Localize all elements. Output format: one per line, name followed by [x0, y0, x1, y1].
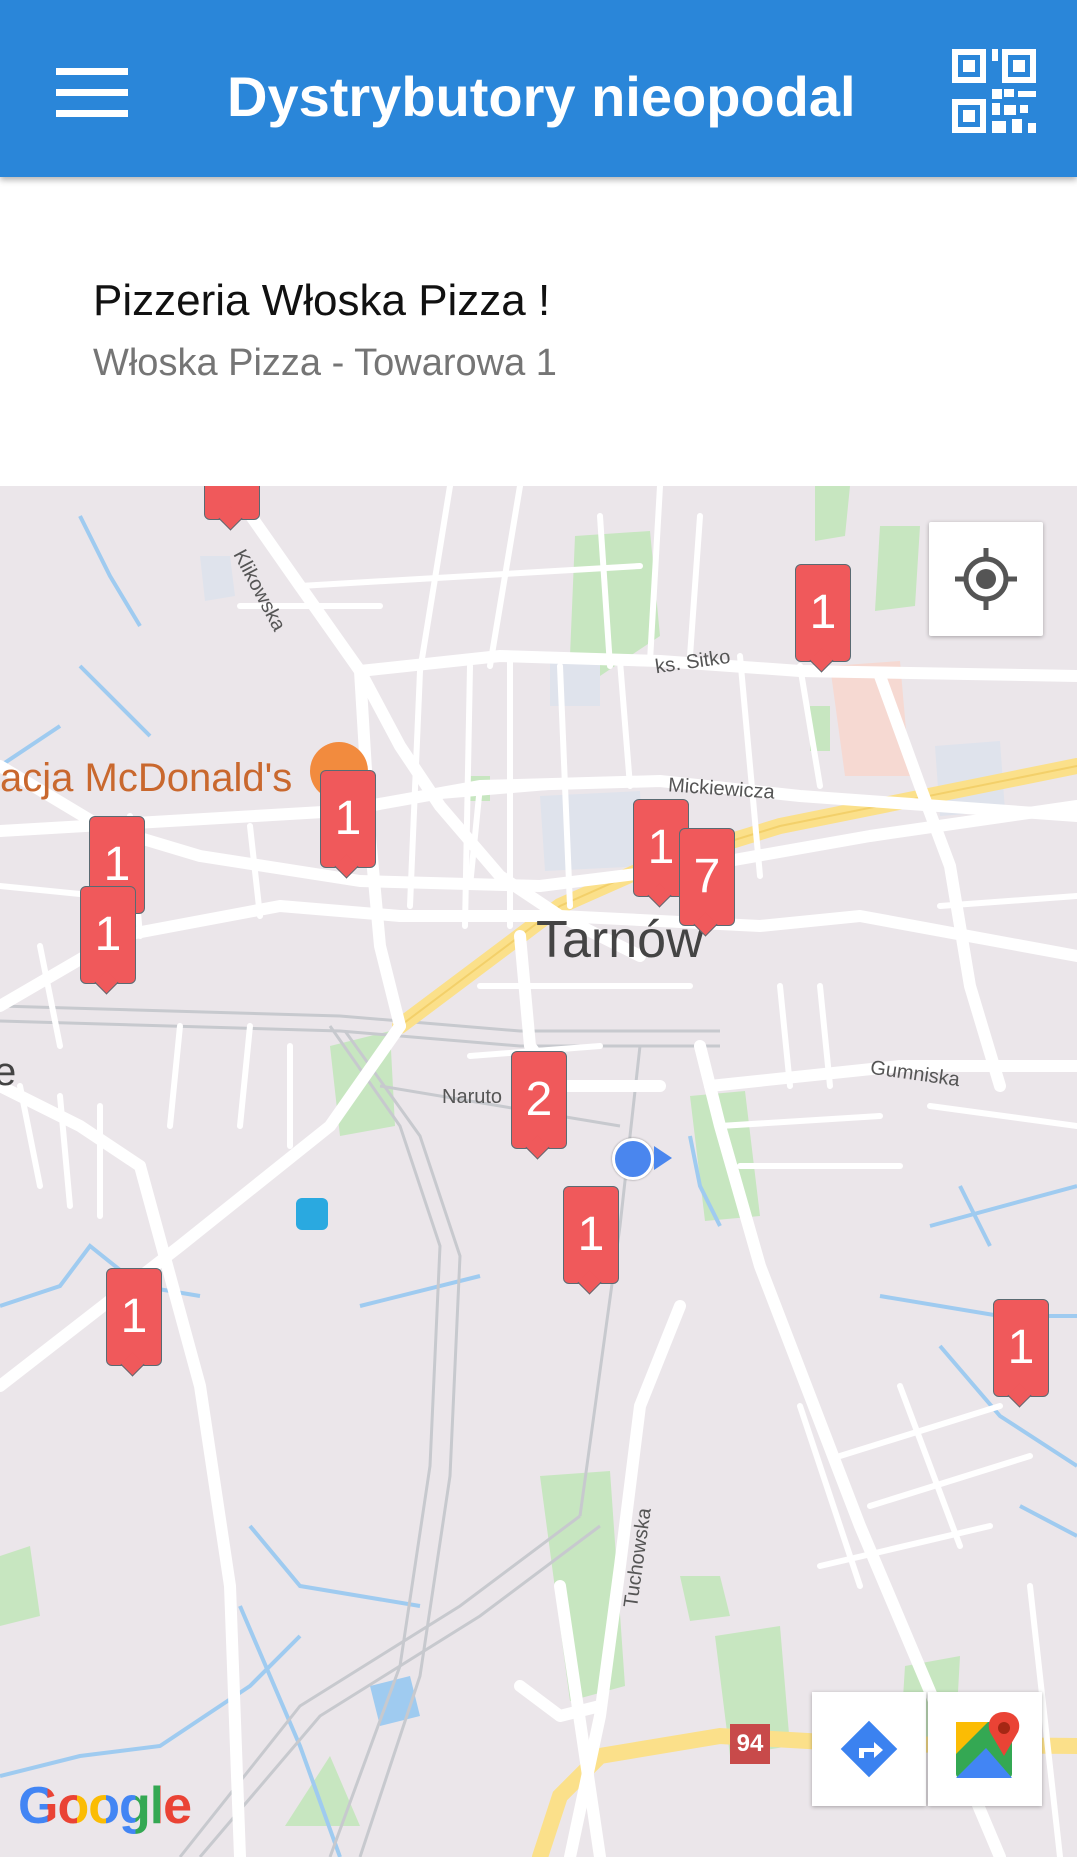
distributor-card[interactable]: Pizzeria Włoska Pizza ! Włoska Pizza - T… [0, 177, 1077, 486]
app-bar: Dystrybutory nieopodal [0, 0, 1077, 177]
distributor-marker[interactable]: 1 [204, 486, 260, 531]
google-logo: Google [18, 1776, 192, 1836]
marker-count: 1 [563, 1186, 619, 1284]
map-roads [0, 486, 1077, 1857]
hamburger-line [56, 89, 128, 96]
distributor-marker[interactable]: 2 [511, 1051, 567, 1160]
distributor-marker[interactable]: 1 [795, 564, 851, 673]
my-location-button[interactable] [929, 522, 1043, 636]
hamburger-menu-icon [56, 68, 128, 75]
street-label-naruto: Naruto [442, 1086, 503, 1108]
distributor-marker[interactable]: 1 [80, 886, 136, 995]
google-maps-icon [956, 1712, 1020, 1778]
directions-button[interactable] [812, 1692, 926, 1806]
marker-count: 1 [795, 564, 851, 662]
marker-count: 1 [80, 886, 136, 984]
directions-icon [840, 1720, 898, 1778]
marker-count: 1 [993, 1299, 1049, 1397]
distributor-marker[interactable]: 1 [993, 1299, 1049, 1408]
distributor-marker[interactable]: 1 [106, 1268, 162, 1377]
marker-count: 1 [320, 770, 376, 868]
google-wordmark: Google [18, 1777, 192, 1835]
poi-label: acja McDonald's [0, 756, 293, 800]
edge-label: e [0, 1050, 17, 1094]
distributor-marker[interactable]: 1 [563, 1186, 619, 1295]
marker-count: 7 [679, 828, 735, 926]
page-title: Dystrybutory nieopodal [227, 65, 856, 128]
distributor-name: Pizzeria Włoska Pizza ! [93, 276, 551, 325]
my-location-icon [955, 548, 1017, 610]
distributor-marker[interactable]: 7 [679, 828, 735, 937]
qr-code-icon [952, 49, 1036, 133]
heading-arrow-icon [654, 1146, 672, 1170]
marker-count: 1 [106, 1268, 162, 1366]
hamburger-line [56, 110, 128, 117]
open-in-maps-button[interactable] [928, 1692, 1042, 1806]
current-location-dot [612, 1138, 654, 1180]
distributor-address: Włoska Pizza - Towarowa 1 [93, 342, 557, 384]
distributor-marker[interactable]: 1 [320, 770, 376, 879]
map-view[interactable]: Klikowska ks. Sitko Mickiewicza Gumniska… [0, 486, 1077, 1857]
marker-count: 2 [511, 1051, 567, 1149]
qr-scan-button[interactable] [952, 49, 1036, 133]
train-station-icon [296, 1198, 328, 1230]
menu-button[interactable] [52, 62, 132, 122]
road-number-badge: 94 [730, 1724, 770, 1764]
